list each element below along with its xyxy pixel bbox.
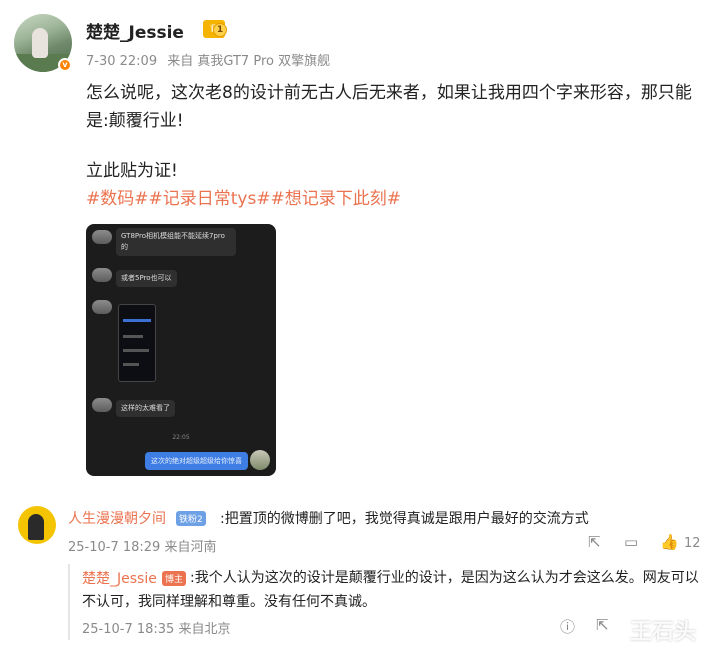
comment-icon[interactable]: ▭ — [624, 533, 638, 551]
chat-my-message: 这次的绝对超级超级给你惊喜 — [145, 452, 248, 470]
chat-screenshot[interactable]: GT8Pro相机模组能不能延续7pro的 或者5Pro也可以 这样的太难看了 2… — [86, 224, 276, 476]
image-bar — [123, 319, 151, 322]
image-bar — [123, 363, 139, 366]
watermark: 王石头 — [630, 620, 697, 645]
reply-text: :我个人认为这次的设计是颠覆行业的设计，是因为这么认为才会这么发。网友可以不认可… — [82, 570, 699, 610]
commenter-name[interactable]: 人生漫漫朝夕间 — [68, 508, 166, 528]
chat-message-3: 这样的太难看了 — [116, 400, 175, 417]
report-icon[interactable]: ⓘ — [560, 616, 575, 637]
post-meta: 7-30 22:09 来自 真我GT7 Pro 双擎旗舰 — [86, 50, 336, 69]
post-line-1: 怎么说呢，这次老8的设计前无古人后无来者，如果让我用四个字来形容，那只能 — [86, 83, 692, 103]
chat-avatar — [92, 398, 112, 412]
reply-meta: 25-10-7 18:35 来自北京 — [82, 622, 231, 637]
author-name[interactable]: 楚楚_Jessie — [86, 18, 184, 43]
comment-meta: 25-10-7 18:29 来自河南 — [68, 540, 217, 555]
avatar-figure — [32, 28, 48, 58]
like-icon[interactable]: 👍 — [660, 533, 679, 551]
verified-icon: v — [58, 58, 72, 72]
comment-text: :把置顶的微博删了吧，我觉得真诚是跟用户最好的交流方式 — [220, 511, 589, 527]
chat-my-avatar — [250, 450, 270, 470]
image-bar — [123, 335, 143, 338]
like-count: 12 — [684, 536, 701, 551]
chat-avatar — [92, 268, 112, 282]
chat-avatar — [92, 300, 112, 314]
share-icon[interactable]: ⇱ — [596, 616, 609, 634]
level-badge: 1 — [213, 23, 227, 37]
commenter-avatar[interactable] — [18, 506, 56, 544]
chat-avatar — [92, 230, 112, 244]
chat-message-2: 或者5Pro也可以 — [116, 270, 177, 287]
post-line-4: 立此贴为证! — [86, 161, 178, 181]
chat-message-1: GT8Pro相机模组能不能延续7pro的 — [116, 228, 236, 256]
post-date[interactable]: 7-30 22:09 — [86, 54, 157, 69]
post-source: 来自 真我GT7 Pro 双擎旗舰 — [167, 54, 331, 69]
image-bar — [123, 349, 149, 352]
post-hashtags[interactable]: #数码##记录日常tys##想记录下此刻# — [86, 184, 401, 209]
avatar-silhouette — [28, 514, 44, 540]
reply-divider — [68, 564, 70, 640]
share-icon[interactable]: ⇱ — [588, 533, 601, 551]
post-line-2: 是:颠覆行业! — [86, 111, 184, 131]
fan-badge: 铁粉2 — [176, 511, 206, 526]
chat-image-message — [118, 304, 156, 382]
chat-time: 22:05 — [172, 434, 190, 441]
